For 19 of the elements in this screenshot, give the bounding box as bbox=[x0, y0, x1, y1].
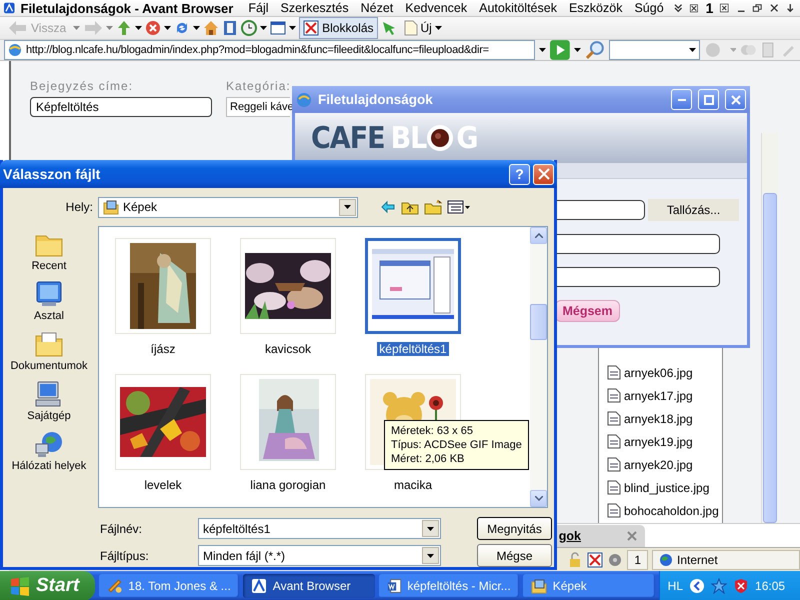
field-label: Fájlnév: bbox=[99, 522, 144, 536]
logo-text: BL bbox=[390, 120, 426, 156]
clock: 16:05 bbox=[755, 579, 786, 593]
tooltip-line: Méretek: 63 x 65 bbox=[391, 424, 474, 438]
tooltip-line: Méret: 2,06 KB bbox=[391, 452, 466, 466]
window-title: Filetulajdonságok bbox=[318, 92, 433, 107]
field-label: Kategória: bbox=[226, 79, 291, 93]
window-title: Filetulajdonságok - Avant Browser bbox=[20, 0, 234, 16]
blocked-count: 1 bbox=[627, 550, 648, 570]
field-label: Bejegyzés címe: bbox=[30, 79, 134, 93]
field-label: Fájltípus: bbox=[99, 548, 150, 562]
url-text: http://blog.nlcafe.hu/blogadmin/index.php?mod=blogadmin&func=fileedit&localfunc=fileupload&dir= bbox=[26, 44, 489, 56]
tab-count: 1 bbox=[706, 0, 714, 16]
tooltip-line: Típus: ACDSee GIF Image bbox=[391, 438, 522, 452]
logo-text: CAFE bbox=[311, 120, 385, 156]
location-label: Hely: bbox=[64, 200, 93, 214]
logo-text: G bbox=[456, 120, 478, 156]
dialog-title: Válasszon fájlt bbox=[3, 166, 100, 182]
zone-label: Internet bbox=[677, 552, 718, 566]
